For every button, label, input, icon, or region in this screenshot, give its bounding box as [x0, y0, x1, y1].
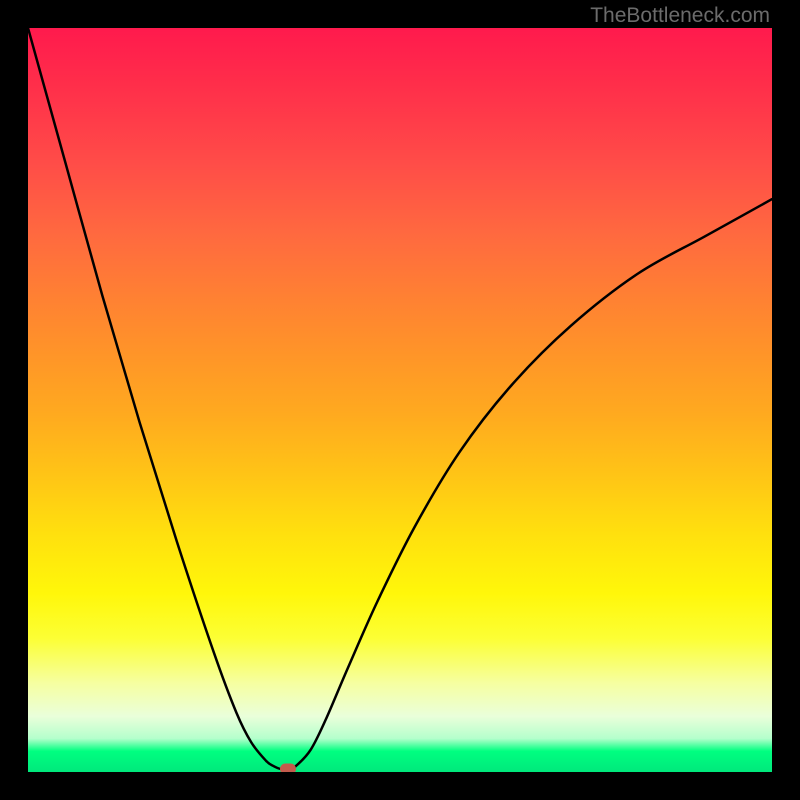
watermark-text: TheBottleneck.com — [590, 4, 770, 28]
chart-frame — [0, 0, 800, 800]
